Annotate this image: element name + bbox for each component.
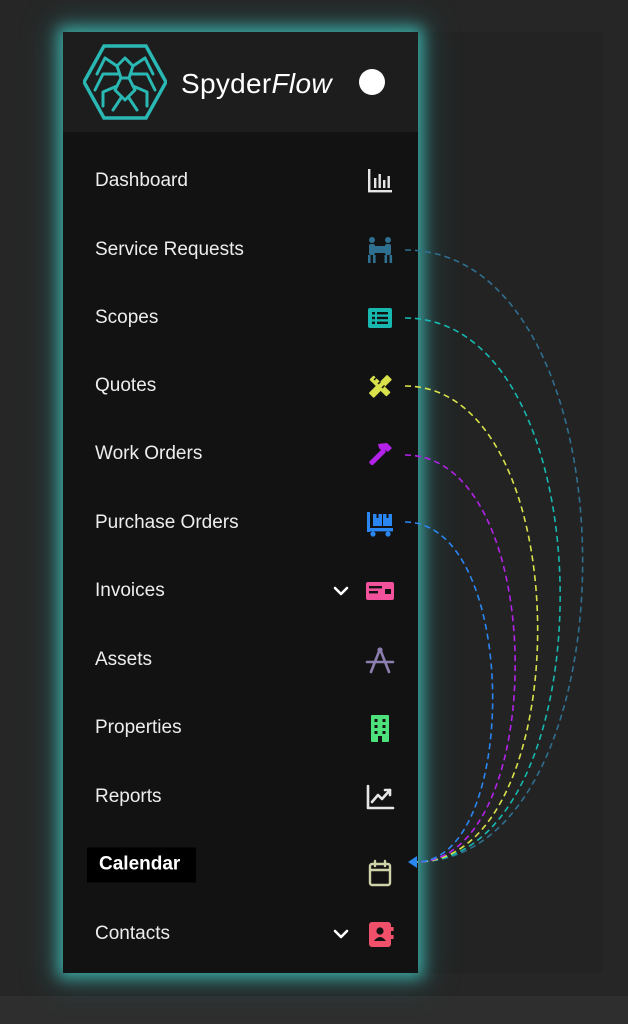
sidebar-menu: Dashboard Service Requests Scopes Quotes… <box>63 32 418 973</box>
dolly-boxes-icon <box>367 512 393 537</box>
sidebar-item-purchase-orders[interactable]: Purchase Orders <box>63 495 418 551</box>
drafting-compass-icon <box>365 647 395 674</box>
sidebar-item-label: Purchase Orders <box>95 512 239 533</box>
sidebar: SpyderFlow Dashboard Service Requests Sc… <box>63 32 418 973</box>
sidebar-item-dashboard[interactable]: Dashboard <box>63 153 418 209</box>
building-icon <box>371 715 389 742</box>
sidebar-item-label: Properties <box>95 717 182 738</box>
bar-chart-icon <box>368 169 392 193</box>
sidebar-item-reports[interactable]: Reports <box>63 769 418 825</box>
sidebar-item-label: Service Requests <box>95 239 244 260</box>
list-alt-icon <box>368 308 392 328</box>
bottom-strip <box>0 996 628 1024</box>
sidebar-item-assets[interactable]: Assets <box>63 632 418 688</box>
sidebar-item-quotes[interactable]: Quotes <box>63 358 418 414</box>
sidebar-item-label: Quotes <box>95 375 157 396</box>
sidebar-item-work-orders[interactable]: Work Orders <box>63 426 418 482</box>
sidebar-item-contacts[interactable]: Contacts <box>63 906 418 962</box>
sidebar-item-service-requests[interactable]: Service Requests <box>63 222 418 278</box>
sidebar-item-label: Invoices <box>95 580 165 601</box>
sidebar-item-label: Reports <box>95 786 162 807</box>
sidebar-item-label: Work Orders <box>95 443 203 464</box>
sidebar-item-scopes[interactable]: Scopes <box>63 290 418 346</box>
sidebar-item-calendar[interactable]: Calendar <box>63 837 418 893</box>
sidebar-item-invoices[interactable]: Invoices <box>63 563 418 619</box>
sidebar-item-properties[interactable]: Properties <box>63 700 418 756</box>
hammer-icon <box>369 443 392 466</box>
sidebar-item-label: Calendar <box>87 847 197 883</box>
chevron-down-icon[interactable] <box>331 924 351 944</box>
sidebar-item-label: Scopes <box>95 307 159 328</box>
chevron-down-icon[interactable] <box>331 581 351 601</box>
chart-line-icon <box>366 784 395 810</box>
calendar-icon <box>368 860 392 887</box>
sidebar-item-label: Contacts <box>95 923 170 944</box>
sidebar-item-label: Dashboard <box>95 170 188 191</box>
money-check-icon <box>366 582 394 600</box>
content-backdrop <box>418 32 602 973</box>
pencil-ruler-icon <box>369 375 392 398</box>
address-book-icon <box>369 922 394 947</box>
people-carry-icon <box>368 237 393 263</box>
sidebar-item-label: Assets <box>95 649 153 670</box>
